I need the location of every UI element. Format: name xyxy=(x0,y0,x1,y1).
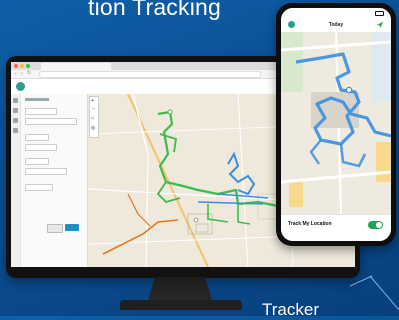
minimize-icon[interactable] xyxy=(20,64,24,68)
side-panel xyxy=(11,94,88,267)
list-icon[interactable] xyxy=(13,108,18,113)
location-arrow-icon[interactable] xyxy=(376,21,384,29)
battery-icon xyxy=(375,11,384,16)
monitor-base xyxy=(120,300,242,310)
phone-screen: Today Track My Location xyxy=(281,8,391,241)
layers-icon[interactable] xyxy=(13,98,18,103)
ok-button[interactable] xyxy=(65,224,79,231)
nav-title: Today xyxy=(328,22,344,28)
panel-field-2[interactable] xyxy=(25,118,77,125)
status-bar xyxy=(281,8,391,18)
zoom-in-icon[interactable]: + xyxy=(91,98,94,104)
home-icon[interactable]: ⌂ xyxy=(91,115,94,121)
panel-toolbar xyxy=(11,94,21,267)
browser-tab[interactable] xyxy=(41,63,111,70)
locate-icon[interactable]: ◎ xyxy=(91,125,95,131)
zoom-out-icon[interactable]: − xyxy=(92,106,95,112)
forward-icon[interactable]: › xyxy=(21,71,23,77)
close-icon[interactable] xyxy=(14,64,18,68)
toggle-knob xyxy=(376,222,382,228)
settings-icon[interactable] xyxy=(13,128,18,133)
panel-field-3[interactable] xyxy=(25,134,49,141)
panel-heading xyxy=(25,98,49,101)
phone-navbar: Today xyxy=(281,18,391,33)
panel-field-5[interactable] xyxy=(25,158,49,165)
panel-field-4[interactable] xyxy=(25,144,57,151)
back-icon[interactable]: ‹ xyxy=(15,71,17,77)
panel-field-7[interactable] xyxy=(25,184,53,191)
cancel-button[interactable] xyxy=(47,224,63,233)
filter-icon[interactable] xyxy=(13,118,18,123)
map-toolbar: + − ⌂ ◎ xyxy=(89,96,99,138)
url-field[interactable] xyxy=(39,71,261,78)
phone-map[interactable] xyxy=(281,32,391,214)
reload-icon[interactable]: ↻ xyxy=(27,70,31,76)
app-logo xyxy=(16,82,25,91)
track-location-panel: Track My Location xyxy=(281,214,391,241)
panel-field-6[interactable] xyxy=(25,168,67,175)
track-location-label: Track My Location xyxy=(288,221,332,227)
phone-device: Today Track My Location xyxy=(276,3,396,246)
tracker-label: Tracker xyxy=(262,300,319,319)
headline: tion Tracking xyxy=(88,0,221,20)
track-location-toggle[interactable] xyxy=(368,221,383,229)
panel-field-1[interactable] xyxy=(25,108,57,115)
maximize-icon[interactable] xyxy=(26,64,30,68)
